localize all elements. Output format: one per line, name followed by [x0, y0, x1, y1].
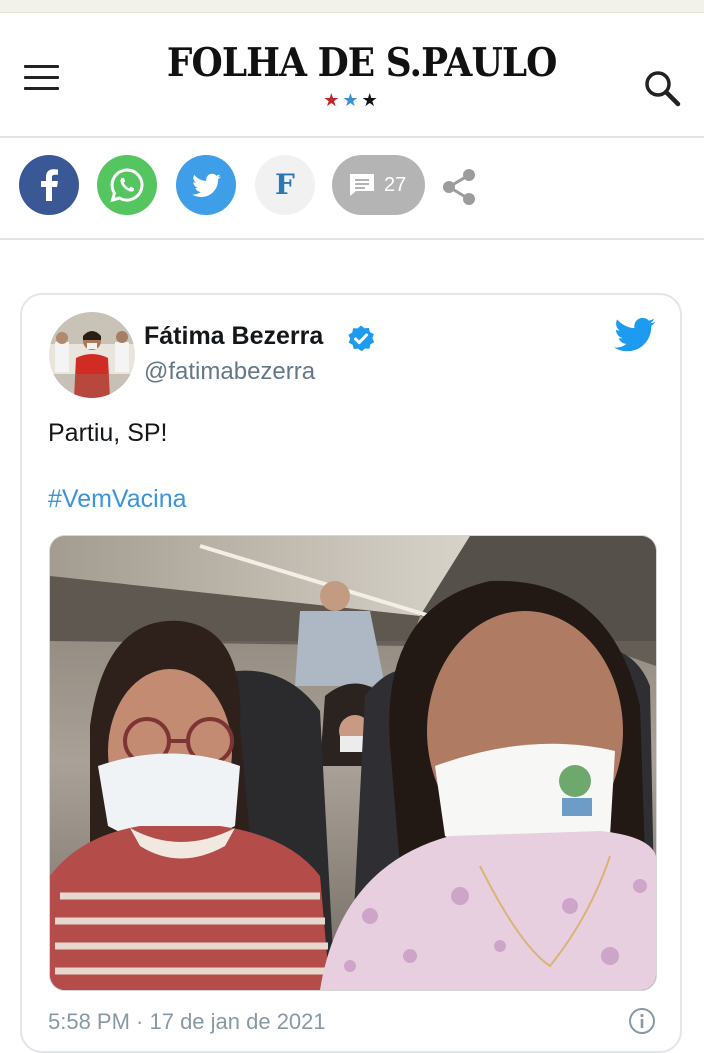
verified-badge-icon	[346, 324, 376, 359]
site-header: FOLHA DE S.PAULO ★★★	[0, 13, 704, 138]
logo-stars: ★★★	[150, 91, 554, 109]
comment-icon	[350, 174, 374, 196]
hamburger-menu-icon[interactable]	[24, 65, 59, 91]
embedded-tweet[interactable]: Fátima Bezerra @fatimabezerra Partiu, SP…	[20, 293, 682, 1053]
tweet-text: Partiu, SP!	[48, 419, 168, 447]
share-bar: F 27	[0, 138, 704, 240]
black-star-icon: ★	[361, 90, 381, 110]
red-star-icon: ★	[323, 90, 343, 110]
folha-share-button[interactable]: F	[255, 155, 315, 215]
whatsapp-icon	[110, 168, 144, 203]
comment-count: 27	[384, 174, 407, 196]
facebook-icon	[41, 169, 58, 201]
folha-letter-icon: F	[275, 168, 295, 201]
whatsapp-share-button[interactable]	[97, 155, 157, 215]
logo-text: FOLHA DE S.PAULO	[166, 40, 557, 86]
twitter-bird-icon[interactable]	[614, 317, 656, 358]
twitter-share-button[interactable]	[176, 155, 236, 215]
author-name[interactable]: Fátima Bezerra	[144, 322, 323, 351]
facebook-share-button[interactable]	[19, 155, 79, 215]
tweet-photo[interactable]	[49, 535, 657, 991]
author-handle[interactable]: @fatimabezerra	[144, 358, 315, 386]
share-icon[interactable]	[441, 168, 477, 211]
search-icon[interactable]	[642, 68, 682, 108]
twitter-icon	[192, 173, 221, 197]
hashtag-link[interactable]: #VemVacina	[48, 485, 187, 514]
comments-button[interactable]: 27	[332, 155, 425, 215]
tweet-timestamp[interactable]: 5:58 PM · 17 de jan de 2021	[48, 1009, 326, 1035]
site-logo[interactable]: FOLHA DE S.PAULO ★★★	[150, 39, 557, 119]
browser-top-strip	[0, 0, 704, 13]
author-avatar[interactable]	[49, 312, 135, 398]
blue-star-icon: ★	[342, 90, 362, 110]
